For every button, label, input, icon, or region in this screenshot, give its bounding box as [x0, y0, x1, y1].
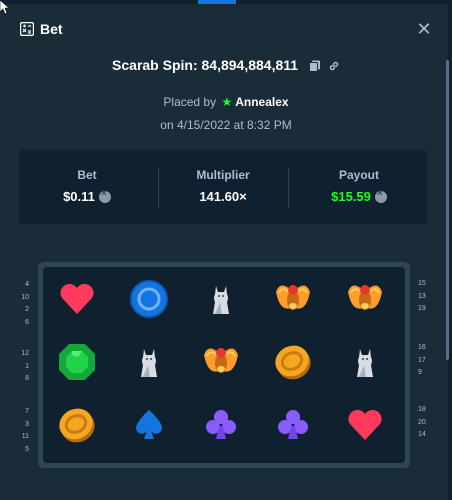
payline-number: 15 — [418, 280, 426, 287]
payline-number: 14 — [418, 431, 426, 438]
placed-by-label: Placed by — [163, 95, 217, 109]
active-tab-indicator — [198, 0, 236, 4]
heart-symbol-icon — [337, 397, 393, 453]
spin-id-row: Scarab Spin: 84,894,884,811 — [0, 57, 452, 75]
scarab-symbol-icon — [193, 334, 249, 390]
stat-bet: Bet $0.11 — [19, 150, 155, 224]
multiplier-value: 141.60× — [199, 189, 247, 204]
slot-board-frame — [38, 262, 410, 468]
top-strip — [0, 0, 452, 4]
heart-symbol-icon — [49, 271, 105, 327]
payline-numbers-left: 7 3 11 5 — [9, 406, 29, 456]
stat-payout: Payout $15.59 — [291, 150, 427, 224]
payline-number: 19 — [418, 305, 426, 312]
divider — [288, 168, 289, 208]
payline-number: 1 — [25, 362, 29, 370]
payline-number: 9 — [418, 369, 422, 376]
copy-icon[interactable] — [308, 60, 321, 72]
payline-number: 12 — [21, 350, 29, 357]
multiplier-label: Multiplier — [196, 168, 250, 182]
close-icon[interactable]: ✕ — [414, 19, 434, 39]
bet-slip-icon — [20, 22, 34, 36]
cat-statue-symbol-icon — [121, 334, 177, 390]
payline-numbers-left: 4 10 2 6 — [9, 279, 29, 329]
scrollbar[interactable] — [446, 60, 449, 360]
link-icon[interactable] — [328, 60, 340, 72]
payline-numbers-right: 18 20 14 — [418, 404, 438, 442]
modal-title: Bet — [40, 21, 63, 37]
payline-numbers-right: 15 13 19 — [418, 278, 438, 316]
modal-header: Bet ✕ — [20, 19, 434, 41]
payline-number: 18 — [418, 406, 426, 413]
bet-value: $0.11 — [63, 189, 95, 204]
payline-number: 17 — [418, 356, 426, 364]
bet-value-row: $0.11 — [19, 188, 155, 204]
payout-value-row: $15.59 — [291, 188, 427, 204]
payline-number: 2 — [25, 306, 29, 313]
placed-by-row: Placed by ★ Annealex — [0, 95, 452, 109]
slot-board — [43, 267, 405, 463]
payline-number: 10 — [21, 293, 29, 301]
mouse-cursor-icon — [0, 0, 10, 15]
payline-number: 5 — [25, 445, 29, 453]
payline-number: 7 — [25, 408, 29, 415]
bet-stats-panel: Bet $0.11 Multiplier 141.60× Payout $15.… — [19, 150, 427, 224]
gold-coin-symbol-icon — [49, 397, 105, 453]
currency-icon — [98, 188, 111, 203]
bet-date: on 4/15/2022 at 8:32 PM — [160, 118, 292, 132]
green-gem-symbol-icon — [49, 334, 105, 390]
gold-coin-symbol-icon — [265, 334, 321, 390]
payline-number: 16 — [418, 344, 426, 351]
club-symbol-icon — [265, 397, 321, 453]
payline-number: 8 — [25, 375, 29, 382]
star-icon: ★ — [221, 95, 233, 109]
payline-number: 4 — [25, 281, 29, 288]
payline-number: 13 — [418, 292, 426, 300]
scarab-symbol-icon — [337, 271, 393, 327]
payline-number: 6 — [25, 318, 29, 326]
currency-icon — [374, 188, 387, 203]
payline-numbers-left: 12 1 8 — [9, 348, 29, 386]
payout-value: $15.59 — [331, 189, 371, 204]
spin-id: Scarab Spin: 84,894,884,811 — [112, 57, 299, 73]
payline-number: 20 — [418, 418, 426, 426]
payline-number: 11 — [21, 433, 29, 440]
stat-multiplier: Multiplier 141.60× — [159, 150, 287, 224]
blue-ring-symbol-icon — [121, 271, 177, 327]
bet-label: Bet — [77, 168, 97, 182]
cat-statue-symbol-icon — [337, 334, 393, 390]
club-symbol-icon — [193, 397, 249, 453]
cat-statue-symbol-icon — [193, 271, 249, 327]
payline-number: 3 — [25, 420, 29, 428]
payline-numbers-right: 16 17 9 — [418, 342, 438, 380]
username-link[interactable]: Annealex — [235, 95, 288, 109]
spade-symbol-icon — [121, 397, 177, 453]
payout-label: Payout — [338, 168, 379, 182]
scarab-symbol-icon — [265, 271, 321, 327]
